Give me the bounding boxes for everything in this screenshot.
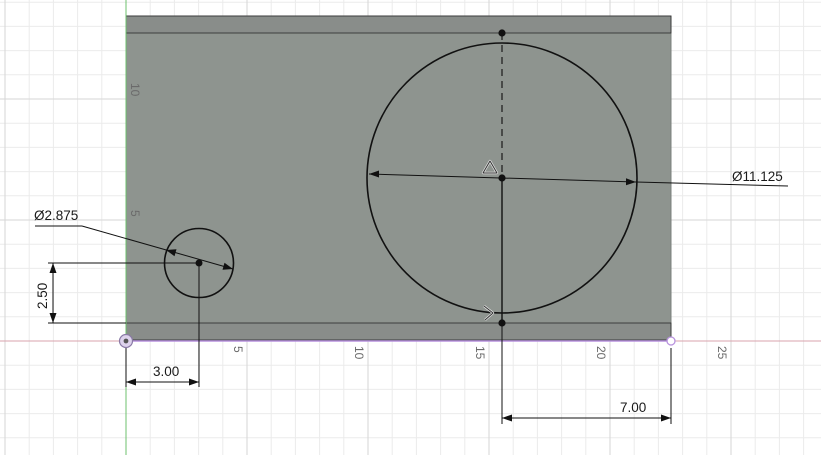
body-face[interactable] [125, 15, 672, 341]
bottom-edge-band [125, 322, 672, 341]
x-axis-label-10: 10 [352, 346, 366, 360]
small-offset-dimension[interactable]: 3.00 [153, 364, 179, 379]
origin-point-icon[interactable] [118, 333, 134, 349]
top-edge-band [125, 15, 672, 34]
dimension-arrowhead [661, 414, 671, 422]
sketch-view[interactable]: 5 10 15 20 25 5 10 Ø11.125 Ø2.875 2.50 3… [0, 0, 821, 455]
x-axis-label-20: 20 [594, 346, 608, 360]
sketch-endpoint-icon[interactable] [666, 336, 676, 346]
x-axis-label-15: 15 [473, 346, 487, 360]
dimension-arrowhead [502, 414, 512, 422]
small-height-dimension[interactable]: 2.50 [35, 283, 50, 309]
dimension-arrowhead [189, 378, 199, 386]
x-axis-label-25: 25 [715, 346, 729, 360]
y-axis-label-10: 10 [128, 83, 142, 97]
dimension-arrowhead [126, 378, 136, 386]
sketch-canvas[interactable]: 5 10 15 20 25 5 10 Ø11.125 Ø2.875 2.50 3… [0, 0, 821, 455]
large-offset-dimension[interactable]: 7.00 [620, 400, 646, 415]
sketch-endpoint-icon[interactable] [498, 29, 506, 37]
x-axis-label-5: 5 [231, 346, 245, 353]
dimension-arrowhead [49, 313, 57, 323]
y-axis-label-5: 5 [128, 210, 142, 217]
large-diameter-dimension[interactable]: Ø11.125 [732, 169, 783, 184]
small-diameter-dimension[interactable]: Ø2.875 [34, 208, 78, 223]
